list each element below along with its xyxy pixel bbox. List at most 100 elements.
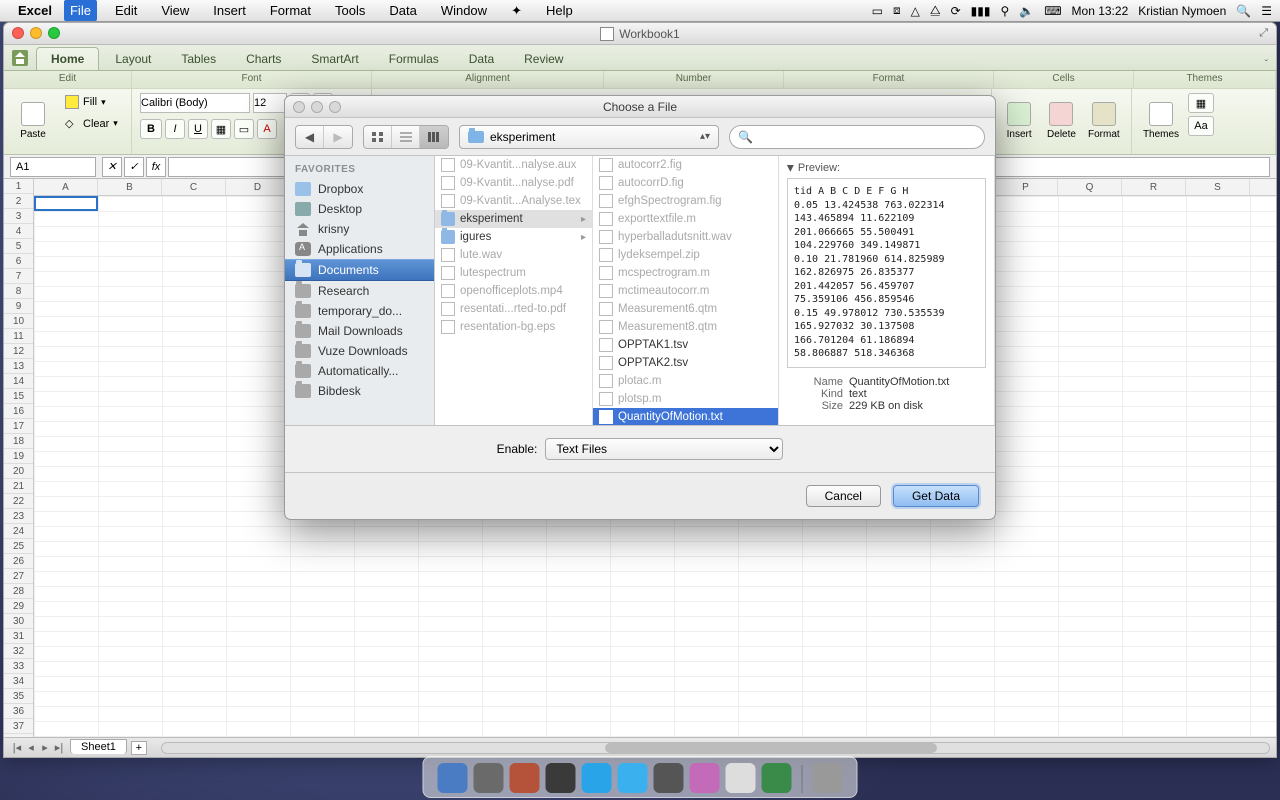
tab-tables[interactable]: Tables bbox=[167, 48, 230, 70]
sidebar-item[interactable]: Automatically... bbox=[285, 361, 434, 381]
row-header[interactable]: 4 bbox=[4, 224, 33, 239]
font-name-select[interactable] bbox=[140, 93, 250, 113]
dock-messages-icon[interactable] bbox=[618, 763, 648, 793]
dialog-close-icon[interactable] bbox=[293, 101, 305, 113]
row-header[interactable]: 28 bbox=[4, 584, 33, 599]
file-item[interactable]: hyperballadutsnitt.wav bbox=[593, 228, 778, 246]
row-header[interactable]: 29 bbox=[4, 599, 33, 614]
file-item[interactable]: lute.wav bbox=[435, 246, 592, 264]
search-field[interactable]: 🔍 bbox=[729, 125, 985, 149]
tab-review[interactable]: Review bbox=[510, 48, 577, 70]
row-header[interactable]: 34 bbox=[4, 674, 33, 689]
status-volume-icon[interactable]: 🔈 bbox=[1019, 4, 1034, 18]
column-header[interactable]: B bbox=[98, 179, 162, 195]
sidebar-item[interactable]: temporary_do... bbox=[285, 301, 434, 321]
file-item[interactable]: eksperiment▸ bbox=[435, 210, 592, 228]
menu-file[interactable]: File bbox=[64, 0, 97, 21]
status-wifi-icon[interactable]: ⧋ bbox=[930, 3, 941, 18]
format-cells-button[interactable]: Format bbox=[1085, 93, 1123, 149]
file-item[interactable]: exporttextfile.m bbox=[593, 210, 778, 228]
column-header[interactable]: C bbox=[162, 179, 226, 195]
cancel-button[interactable]: Cancel bbox=[806, 485, 881, 507]
status-dropbox-icon[interactable]: ⧈ bbox=[893, 3, 901, 18]
file-item[interactable]: resentati...rted-to.pdf bbox=[435, 300, 592, 318]
close-icon[interactable] bbox=[12, 27, 24, 39]
theme-fonts-button[interactable]: Aa bbox=[1188, 116, 1214, 136]
row-header[interactable]: 30 bbox=[4, 614, 33, 629]
row-header[interactable]: 27 bbox=[4, 569, 33, 584]
delete-cells-button[interactable]: Delete bbox=[1042, 93, 1080, 149]
file-item[interactable]: OPPTAK2.tsv bbox=[593, 354, 778, 372]
cancel-formula-button[interactable]: ✕ bbox=[102, 157, 122, 177]
status-battery-icon[interactable]: ▮▮▮ bbox=[971, 4, 991, 18]
sidebar-item[interactable]: krisny bbox=[285, 219, 434, 239]
paste-button[interactable]: Paste bbox=[12, 93, 54, 149]
column-header[interactable]: R bbox=[1122, 179, 1186, 195]
tab-layout[interactable]: Layout bbox=[101, 48, 165, 70]
row-header[interactable]: 9 bbox=[4, 299, 33, 314]
row-header[interactable]: 35 bbox=[4, 689, 33, 704]
file-item[interactable]: Measurement8.qtm bbox=[593, 318, 778, 336]
row-header[interactable]: 37 bbox=[4, 719, 33, 734]
status-keyboard-icon[interactable]: ⌨ bbox=[1044, 4, 1061, 18]
dock-app-icon[interactable] bbox=[690, 763, 720, 793]
row-header[interactable]: 25 bbox=[4, 539, 33, 554]
column-header[interactable]: A bbox=[34, 179, 98, 195]
enable-select[interactable]: Text Files bbox=[545, 438, 783, 460]
sidebar-item[interactable]: Desktop bbox=[285, 199, 434, 219]
file-item[interactable]: 09-Kvantit...nalyse.aux bbox=[435, 156, 592, 174]
dock-app-icon[interactable] bbox=[654, 763, 684, 793]
sidebar-item[interactable]: Applications bbox=[285, 239, 434, 259]
menu-window[interactable]: Window bbox=[435, 0, 493, 21]
column-1[interactable]: 09-Kvantit...nalyse.aux09-Kvantit...naly… bbox=[435, 156, 593, 425]
row-header[interactable]: 5 bbox=[4, 239, 33, 254]
clear-button[interactable]: ◇Clear▾ bbox=[60, 115, 123, 132]
dock-finder-icon[interactable] bbox=[438, 763, 468, 793]
fx-button[interactable]: fx bbox=[146, 157, 166, 177]
tab-formulas[interactable]: Formulas bbox=[375, 48, 453, 70]
icon-view-button[interactable] bbox=[364, 126, 392, 148]
menu-edit[interactable]: Edit bbox=[109, 0, 143, 21]
tab-home[interactable]: Home bbox=[36, 47, 99, 70]
dock-app-icon[interactable] bbox=[546, 763, 576, 793]
row-header[interactable]: 15 bbox=[4, 389, 33, 404]
dock[interactable] bbox=[423, 756, 858, 798]
get-data-button[interactable]: Get Data bbox=[893, 485, 979, 507]
row-header[interactable]: 23 bbox=[4, 509, 33, 524]
row-header[interactable]: 14 bbox=[4, 374, 33, 389]
underline-button[interactable]: U bbox=[188, 119, 208, 139]
row-header[interactable]: 20 bbox=[4, 464, 33, 479]
column-view-button[interactable] bbox=[420, 126, 448, 148]
fill-button[interactable]: Fill▾ bbox=[60, 93, 123, 111]
menu-format[interactable]: Format bbox=[264, 0, 317, 21]
file-item[interactable]: mcspectrogram.m bbox=[593, 264, 778, 282]
row-header[interactable]: 8 bbox=[4, 284, 33, 299]
row-header[interactable]: 7 bbox=[4, 269, 33, 284]
row-header[interactable]: 21 bbox=[4, 479, 33, 494]
dock-excel-icon[interactable] bbox=[762, 763, 792, 793]
row-header[interactable]: 11 bbox=[4, 329, 33, 344]
file-item[interactable]: lydeksempel.zip bbox=[593, 246, 778, 264]
status-drive-icon[interactable]: △ bbox=[911, 4, 920, 18]
sidebar-item[interactable]: Mail Downloads bbox=[285, 321, 434, 341]
italic-button[interactable]: I bbox=[165, 119, 185, 139]
row-headers[interactable]: 1234567891011121314151617181920212223242… bbox=[4, 179, 34, 737]
font-color-button[interactable]: A bbox=[257, 119, 277, 139]
row-header[interactable]: 19 bbox=[4, 449, 33, 464]
file-item[interactable]: QuantityOfMotion.txt bbox=[593, 408, 778, 425]
status-spotlight-icon[interactable]: 🔍 bbox=[1236, 4, 1251, 18]
bold-button[interactable]: B bbox=[140, 119, 162, 139]
status-clock[interactable]: Mon 13:22 bbox=[1072, 4, 1129, 18]
tab-charts[interactable]: Charts bbox=[232, 48, 295, 70]
list-view-button[interactable] bbox=[392, 126, 420, 148]
column-header[interactable]: D bbox=[226, 179, 290, 195]
file-item[interactable]: mctimeautocorr.m bbox=[593, 282, 778, 300]
dock-skype-icon[interactable] bbox=[582, 763, 612, 793]
collapse-ribbon-icon[interactable]: ⤢ bbox=[1259, 27, 1268, 40]
column-header[interactable]: Q bbox=[1058, 179, 1122, 195]
column-header[interactable]: P bbox=[994, 179, 1058, 195]
column-2[interactable]: autocorr2.figautocorrD.figefghSpectrogra… bbox=[593, 156, 779, 425]
row-header[interactable]: 1 bbox=[4, 179, 33, 194]
status-bluetooth-icon[interactable]: ⚲ bbox=[1000, 4, 1009, 18]
font-size-select[interactable] bbox=[253, 93, 287, 113]
